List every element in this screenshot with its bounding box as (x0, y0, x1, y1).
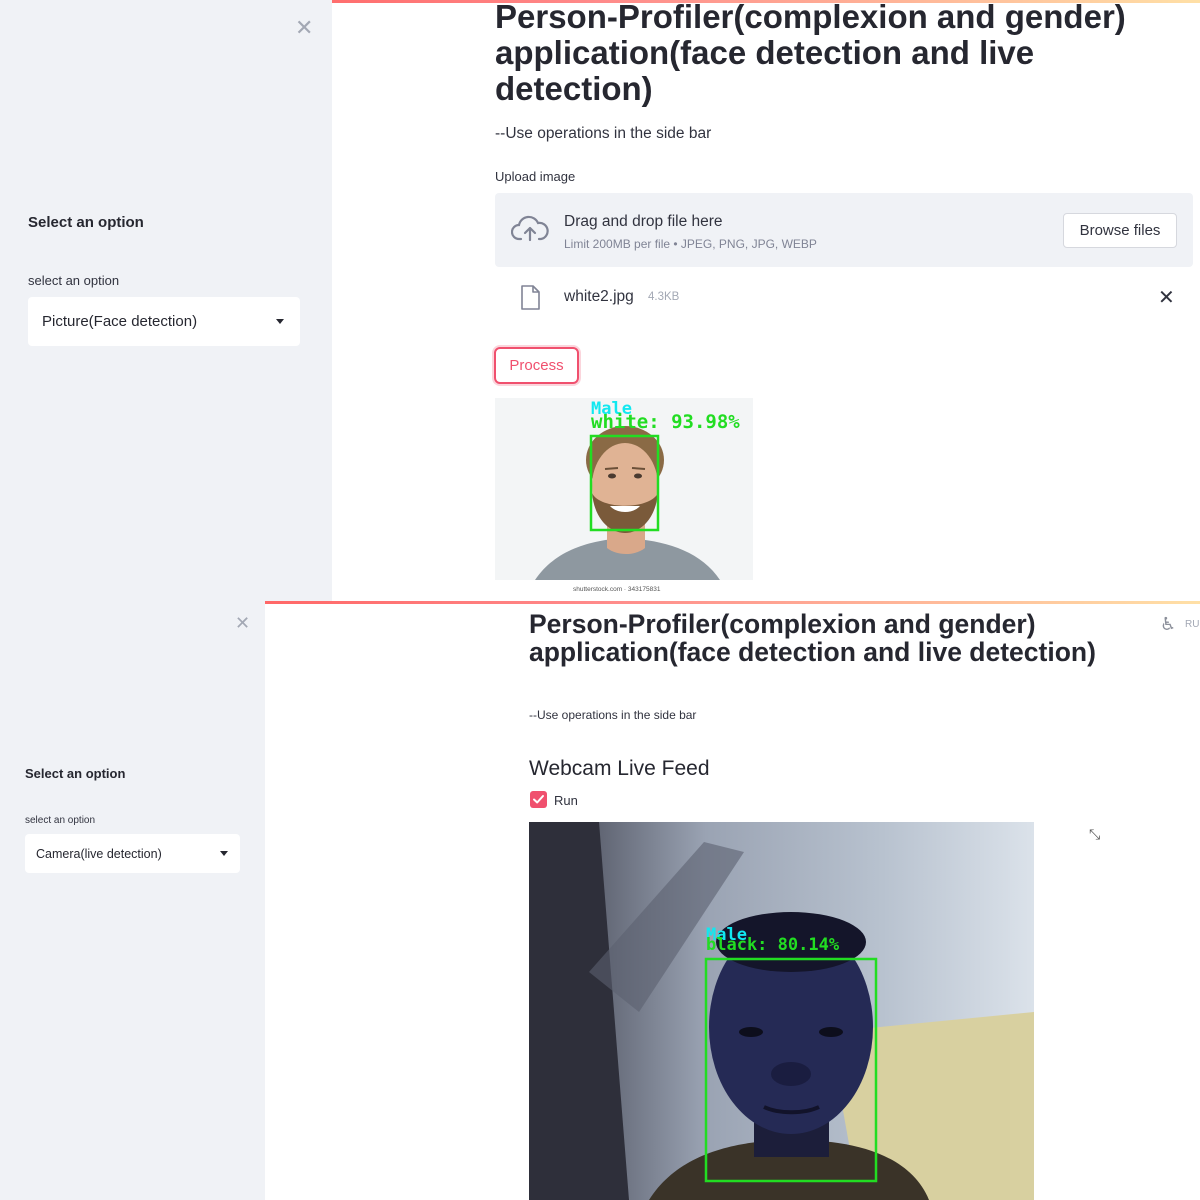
option-select[interactable]: Camera(live detection) (25, 834, 240, 873)
complexion-label: white: 93.98% (591, 411, 740, 433)
sidebar: ✕ Select an option select an option Pict… (0, 0, 332, 601)
webcam-heading: Webcam Live Feed (529, 757, 710, 780)
running-status: RU (1185, 619, 1200, 630)
camera-mode-panel: ✕ Select an option select an option Came… (0, 601, 1200, 1200)
remove-file-icon[interactable]: ✕ (1158, 287, 1175, 307)
file-size: 4.3KB (648, 291, 680, 303)
image-watermark: shutterstock.com · 343175831 (573, 586, 661, 593)
close-sidebar-icon[interactable]: ✕ (295, 18, 313, 40)
browse-files-button[interactable]: Browse files (1063, 213, 1177, 248)
dropzone-limits: Limit 200MB per file • JPEG, PNG, JPG, W… (564, 237, 817, 251)
detection-result-image: Male white: 93.98% shutterstock.com · 34… (495, 398, 753, 596)
run-checkbox-label: Run (554, 793, 578, 808)
sidebar-heading: Select an option (28, 214, 144, 231)
sidebar: ✕ Select an option select an option Came… (0, 601, 265, 1200)
page-subtitle: --Use operations in the side bar (495, 125, 712, 142)
checkmark-icon (533, 795, 544, 804)
run-checkbox[interactable] (530, 791, 547, 808)
select-label: select an option (28, 273, 120, 288)
complexion-label: black: 80.14% (706, 935, 840, 955)
cloud-upload-icon (510, 215, 549, 248)
select-value: Picture(Face detection) (42, 313, 198, 330)
uploaded-file-row: white2.jpg 4.3KB ✕ (495, 280, 1193, 316)
file-dropzone[interactable]: Drag and drop file here Limit 200MB per … (495, 193, 1193, 267)
fullscreen-icon[interactable]: ⤡ (1089, 827, 1100, 843)
page-subtitle: --Use operations in the side bar (529, 708, 697, 722)
picture-mode-panel: ✕ Select an option select an option Pict… (0, 0, 1200, 601)
select-label: select an option (25, 815, 96, 826)
page-title: Person-Profiler(complexion and gender) a… (495, 0, 1126, 107)
upload-label: Upload image (495, 169, 576, 184)
sidebar-heading: Select an option (25, 766, 126, 781)
page-title: Person-Profiler(complexion and gender) a… (529, 609, 1096, 667)
webcam-feed: Male black: 80.14% (529, 822, 1034, 1200)
process-button[interactable]: Process (494, 347, 579, 384)
select-value: Camera(live detection) (36, 846, 162, 861)
file-name: white2.jpg (564, 288, 634, 305)
option-select[interactable]: Picture(Face detection) (28, 297, 300, 346)
close-sidebar-icon[interactable]: ✕ (235, 615, 250, 633)
accessibility-icon: ♿ (1160, 614, 1177, 635)
chevron-down-icon (220, 851, 228, 856)
chevron-down-icon (276, 319, 284, 324)
dropzone-instructions: Drag and drop file here (564, 213, 723, 230)
file-icon (520, 285, 540, 315)
